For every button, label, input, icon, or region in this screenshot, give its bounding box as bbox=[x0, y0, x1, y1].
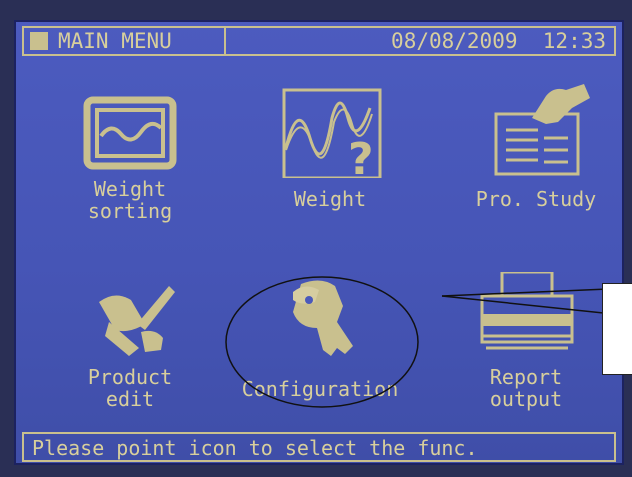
menu-item-pro-study[interactable]: Pro. Study bbox=[446, 78, 622, 211]
status-message: Please point icon to select the func. bbox=[32, 436, 478, 460]
menu-item-weight[interactable]: ? Weight bbox=[240, 78, 420, 210]
device-bezel: MAIN MENU 08/08/2009 12:33 Weight sortin… bbox=[0, 0, 632, 477]
product-edit-icon bbox=[99, 286, 175, 356]
pro-study-icon bbox=[494, 84, 590, 176]
menu-label-product-edit: Product edit bbox=[87, 365, 173, 411]
title-separator bbox=[224, 28, 226, 54]
menu-label-report-output: Report output bbox=[489, 365, 563, 411]
menu-item-configuration[interactable]: Configuration bbox=[230, 272, 410, 400]
printer-icon bbox=[480, 272, 574, 350]
menu-square-icon bbox=[30, 32, 48, 50]
menu-label-pro-study: Pro. Study bbox=[475, 187, 597, 211]
menu-label-weight-sorting: Weight sorting bbox=[87, 177, 173, 223]
menu-item-product-edit[interactable]: Product edit bbox=[40, 272, 220, 410]
menu-label-configuration: Configuration bbox=[241, 377, 399, 401]
date-value: 08/08/2009 bbox=[391, 29, 518, 53]
menu-label-weight: Weight bbox=[293, 187, 367, 211]
title-bar: MAIN MENU 08/08/2009 12:33 bbox=[22, 26, 616, 56]
callout-box bbox=[602, 283, 632, 375]
time-value: 12:33 bbox=[542, 29, 606, 53]
lcd-screen: MAIN MENU 08/08/2009 12:33 Weight sortin… bbox=[14, 20, 624, 465]
datetime: 08/08/2009 12:33 bbox=[391, 29, 606, 53]
page-title: MAIN MENU bbox=[58, 29, 172, 53]
menu-item-report-output[interactable]: Report output bbox=[436, 272, 616, 410]
weight-graph-icon: ? bbox=[282, 88, 382, 178]
status-bar: Please point icon to select the func. bbox=[22, 432, 616, 462]
svg-text:?: ? bbox=[348, 134, 374, 178]
weight-sorting-icon bbox=[83, 96, 177, 170]
menu-item-weight-sorting[interactable]: Weight sorting bbox=[40, 78, 220, 222]
keys-icon bbox=[293, 280, 353, 356]
